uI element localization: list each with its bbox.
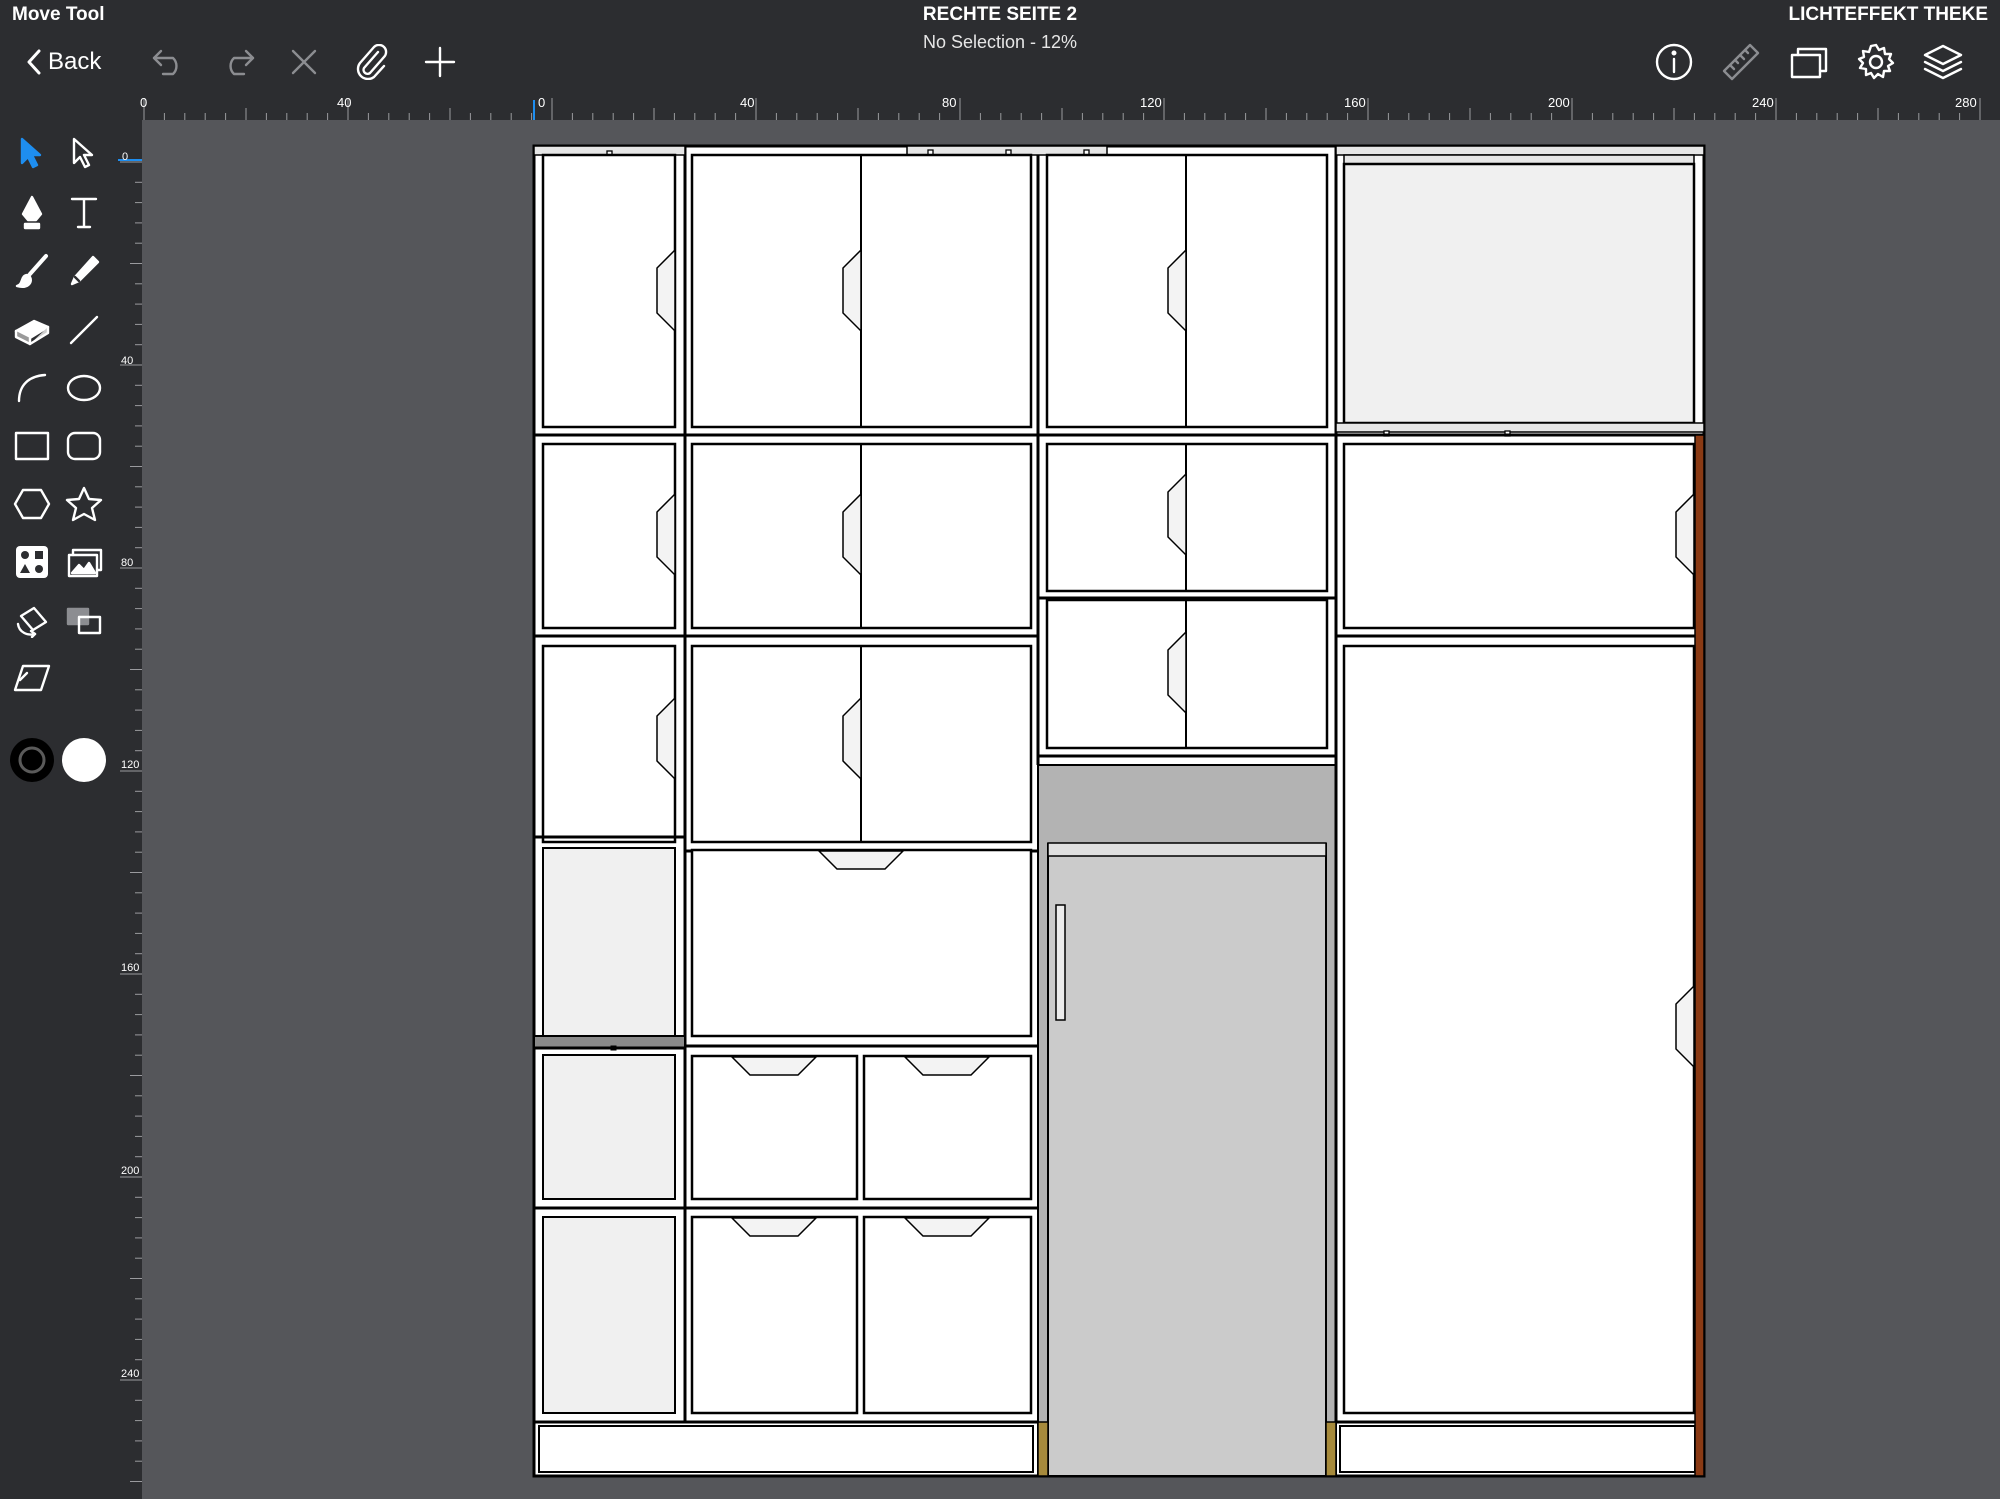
polygon-icon — [13, 488, 51, 520]
h-ruler-label: 80 — [942, 95, 957, 110]
brush-tool[interactable] — [10, 249, 54, 293]
rounded-rectangle-tool[interactable] — [62, 424, 106, 468]
v-ruler-label: 80 — [121, 557, 134, 569]
horizontal-ruler[interactable]: 0 40 0 40 80 120 160 200 240 280 — [116, 94, 2000, 120]
artboard-tool[interactable] — [62, 598, 106, 642]
pencil-tool[interactable] — [62, 249, 106, 293]
horizontal-ruler-ticks — [143, 98, 1981, 120]
brush-icon — [15, 254, 48, 288]
rectangle-tool[interactable] — [10, 424, 54, 468]
attach-icon — [356, 44, 388, 80]
layers-icon — [1923, 44, 1963, 80]
cabinet-elevation-drawing[interactable] — [142, 120, 2000, 1499]
selection-arrow-icon — [20, 137, 42, 169]
h-ruler-label: 0 — [538, 95, 546, 110]
fill-swatch-icon — [62, 738, 106, 782]
image-import-tool[interactable] — [62, 540, 106, 584]
shapes-library-icon — [16, 546, 48, 578]
h-ruler-label: 40 — [740, 95, 755, 110]
document-title[interactable]: LICHTEFFEKT THEKE — [1789, 4, 1989, 26]
info-button[interactable] — [1651, 42, 1697, 82]
top-bar: Move Tool RECHTE SEITE 2 No Selection - … — [0, 0, 2000, 94]
h-ruler-label: 40 — [337, 95, 352, 110]
attach-button[interactable] — [348, 42, 394, 82]
h-ruler-label: 120 — [1140, 95, 1162, 110]
redo-button[interactable] — [214, 42, 260, 82]
skew-tool[interactable] — [10, 656, 54, 700]
artboards-button[interactable] — [1786, 42, 1832, 82]
v-ruler-label: 120 — [121, 760, 139, 771]
h-ruler-label: 0 — [140, 95, 148, 110]
star-icon — [65, 486, 103, 522]
eraser-tool[interactable] — [10, 308, 54, 352]
line-tool[interactable] — [62, 308, 106, 352]
star-tool[interactable] — [62, 482, 106, 526]
rectangle-icon — [14, 431, 50, 461]
layers-button[interactable] — [1920, 42, 1966, 82]
gear-icon — [1857, 43, 1895, 80]
eraser-icon — [14, 319, 50, 346]
back-label: Back — [48, 48, 102, 75]
delete-icon — [291, 49, 317, 75]
ellipse-icon — [66, 374, 102, 402]
transform-tool[interactable] — [10, 598, 54, 642]
skew-icon — [13, 664, 51, 692]
pen-tool[interactable] — [10, 190, 54, 234]
h-ruler-label: 160 — [1344, 95, 1366, 110]
direct-selection-arrow-icon — [72, 137, 94, 169]
tools-sidebar — [0, 94, 116, 1499]
v-ruler-label: 40 — [121, 355, 134, 367]
stroke-swatch-icon — [10, 738, 54, 782]
direct-selection-tool[interactable] — [62, 131, 106, 175]
undo-icon — [152, 49, 178, 76]
pen-icon — [21, 195, 43, 230]
redo-icon — [229, 49, 255, 76]
fill-color-swatch[interactable] — [60, 736, 108, 784]
drawing-canvas[interactable] — [142, 120, 2000, 1499]
vertical-ruler-ticks — [118, 159, 142, 1482]
arc-icon — [17, 373, 47, 403]
v-ruler-label: 160 — [121, 963, 139, 974]
v-ruler-label: 200 — [121, 1166, 139, 1177]
ellipse-tool[interactable] — [62, 366, 106, 410]
selection-tool[interactable] — [10, 131, 54, 175]
artboards-icon — [1790, 47, 1828, 79]
back-button[interactable]: Back — [26, 42, 101, 82]
page-title[interactable]: RECHTE SEITE 2 — [0, 4, 2000, 26]
h-ruler-label: 280 — [1955, 95, 1977, 110]
stroke-color-swatch[interactable] — [8, 736, 56, 784]
vertical-ruler[interactable] — [116, 120, 142, 1499]
v-ruler-label: 240 — [121, 1369, 139, 1380]
text-icon — [70, 197, 98, 229]
delete-button[interactable] — [281, 42, 327, 82]
chevron-left-icon — [27, 49, 41, 75]
info-icon — [1655, 43, 1693, 81]
artboard-icon — [66, 607, 102, 635]
polygon-tool[interactable] — [10, 482, 54, 526]
settings-button[interactable] — [1853, 42, 1899, 82]
h-ruler-label: 240 — [1752, 95, 1774, 110]
text-tool[interactable] — [62, 190, 106, 234]
ruler-button[interactable] — [1718, 42, 1764, 82]
add-button[interactable] — [417, 42, 463, 82]
arc-tool[interactable] — [10, 366, 54, 410]
v-ruler-label: 0 — [121, 151, 129, 163]
line-icon — [69, 315, 99, 345]
ruler-icon — [1722, 43, 1760, 81]
shapes-library-tool[interactable] — [10, 540, 54, 584]
add-icon — [424, 46, 456, 78]
rounded-rectangle-icon — [66, 431, 102, 461]
image-import-icon — [67, 548, 103, 578]
transform-icon — [16, 606, 48, 638]
h-ruler-label: 200 — [1548, 95, 1570, 110]
pencil-icon — [70, 255, 100, 286]
undo-button[interactable] — [147, 42, 193, 82]
